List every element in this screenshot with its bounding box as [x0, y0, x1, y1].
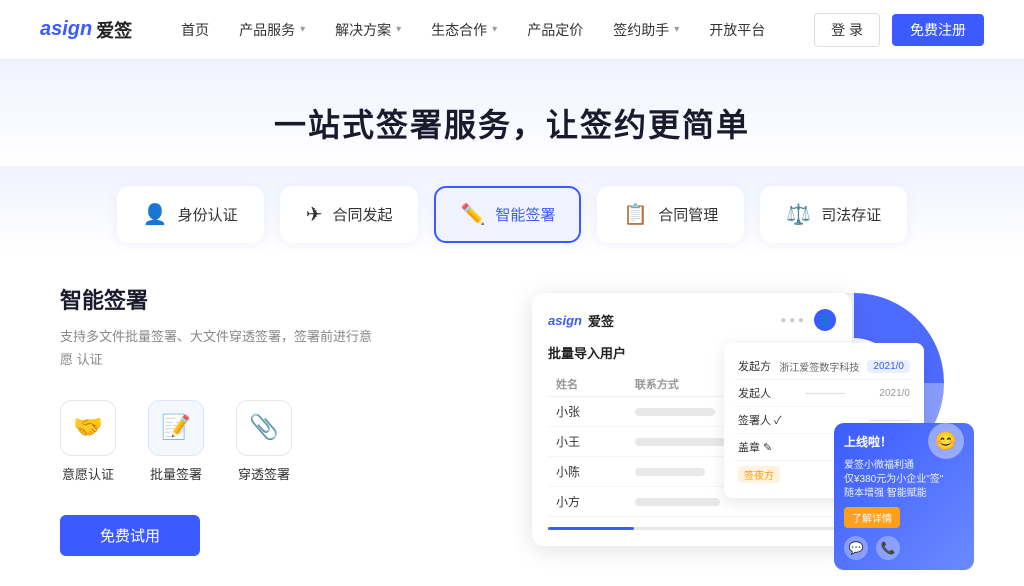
mockup-logo-zh: 爱签: [588, 311, 614, 330]
promo-avatar: 😊: [928, 423, 964, 459]
nav-open-platform[interactable]: 开放平台: [697, 14, 777, 46]
tab-judicial-label: 司法存证: [821, 204, 881, 225]
hero-section: 一站式签署服务，让签约更简单: [0, 60, 1024, 166]
feature-batch[interactable]: 📝 批量签署: [148, 400, 204, 483]
batch-label: 批量签署: [150, 464, 202, 483]
sidebar-label: 发起人: [738, 385, 771, 401]
promo-card: 上线啦！ 😊 爱签小微福利通 仅¥380元为小企业"签" 随本增强 智能赋能 了…: [834, 423, 974, 570]
status-badge: 2021/0: [867, 360, 910, 373]
nav-solutions[interactable]: 解决方案 ▾: [323, 14, 413, 46]
content-right: ● asign 爱签 ● ● ● 👤 批量导入用户 姓名 联系方式: [420, 283, 964, 556]
tab-contract-send[interactable]: ✈ 合同发起: [280, 186, 419, 243]
content-section: 智能签署 支持多文件批量签署、大文件穿透签署，签署前进行意愿 认证 🤝 意愿认证…: [0, 253, 1024, 586]
tab-smart-sign-label: 智能签署: [495, 204, 555, 225]
through-icon-box: 📎: [236, 400, 292, 456]
tab-identity[interactable]: 👤 身份认证: [117, 186, 264, 243]
sidebar-label: 发起方: [738, 358, 771, 374]
main-nav: 首页 产品服务 ▾ 解决方案 ▾ 生态合作 ▾ 产品定价 签约助手 ▾ 开放平台: [169, 14, 777, 46]
feature-through[interactable]: 📎 穿透签署: [236, 400, 292, 483]
nav-ecosystem[interactable]: 生态合作 ▾: [419, 14, 509, 46]
nav-home[interactable]: 首页: [169, 14, 221, 46]
logo-icon: asign: [40, 18, 92, 41]
section-title: 智能签署: [60, 283, 380, 315]
through-icon: 📎: [249, 413, 279, 442]
tab-identity-label: 身份认证: [178, 204, 238, 225]
promo-button[interactable]: 了解详情: [844, 507, 900, 528]
row-name: 小陈: [548, 457, 627, 487]
batch-icon-box: 📝: [148, 400, 204, 456]
promo-title: 上线啦！: [844, 433, 892, 450]
feature-icons: 🤝 意愿认证 📝 批量签署 📎 穿透签署: [60, 400, 380, 483]
login-button[interactable]: 登 录: [814, 13, 880, 47]
mockup-logo: asign: [548, 313, 582, 328]
intent-icon: 🤝: [73, 413, 103, 442]
free-trial-button[interactable]: 免费试用: [60, 515, 200, 556]
tab-contract-manage[interactable]: 📋 合同管理: [597, 186, 744, 243]
promo-icon-service: 📞: [876, 536, 900, 560]
promo-icon-wechat: 💬: [844, 536, 868, 560]
chevron-down-icon: ▾: [674, 24, 679, 35]
sidebar-label: 签署人 ✓: [738, 412, 782, 428]
chevron-down-icon: ▾: [492, 24, 497, 35]
send-icon: ✈: [306, 202, 323, 227]
sidebar-label: 盖章 ✎: [738, 439, 772, 455]
nav-products[interactable]: 产品服务 ▾: [227, 14, 317, 46]
feature-tabs: 👤 身份认证 ✈ 合同发起 ✏️ 智能签署 📋 合同管理 ⚖️ 司法存证: [0, 166, 1024, 253]
nav-assistant[interactable]: 签约助手 ▾: [601, 14, 691, 46]
chevron-down-icon: ▾: [300, 24, 305, 35]
intent-label: 意愿认证: [62, 464, 114, 483]
promo-icons: 💬 📞: [844, 536, 964, 560]
content-left: 智能签署 支持多文件批量签署、大文件穿透签署，签署前进行意愿 认证 🤝 意愿认证…: [60, 283, 380, 556]
col-header-name: 姓名: [548, 372, 627, 397]
through-label: 穿透签署: [238, 464, 290, 483]
judicial-icon: ⚖️: [786, 202, 811, 227]
header: asign 爱签 首页 产品服务 ▾ 解决方案 ▾ 生态合作 ▾ 产品定价 签约…: [0, 0, 1024, 60]
feature-intent[interactable]: 🤝 意愿认证: [60, 400, 116, 483]
sign-icon: ✏️: [460, 202, 485, 227]
promo-subtitle: 爱签小微福利通 仅¥380元为小企业"签" 随本增强 智能赋能: [844, 459, 964, 501]
row-name: 小张: [548, 397, 627, 427]
tab-contract-manage-label: 合同管理: [658, 204, 718, 225]
mockup-header: asign 爱签 ● ● ● 👤: [548, 309, 836, 331]
identity-icon: 👤: [143, 202, 168, 227]
batch-icon: 📝: [161, 413, 191, 442]
manage-icon: 📋: [623, 202, 648, 227]
section-desc: 支持多文件批量签署、大文件穿透签署，签署前进行意愿 认证: [60, 325, 380, 372]
sidebar-row: 发起人 ———— 2021/0: [734, 380, 914, 407]
sidebar-row: 发起方 浙江爱签数字科技 2021/0: [734, 353, 914, 380]
status-badge: 签夜方: [738, 466, 780, 483]
intent-icon-box: 🤝: [60, 400, 116, 456]
chevron-down-icon: ▾: [396, 24, 401, 35]
register-button[interactable]: 免费注册: [892, 14, 984, 46]
row-name: 小方: [548, 487, 627, 517]
logo[interactable]: asign 爱签: [40, 17, 132, 43]
logo-zh: 爱签: [96, 17, 132, 43]
header-actions: 登 录 免费注册: [814, 13, 984, 47]
hero-title: 一站式签署服务，让签约更简单: [0, 100, 1024, 146]
tab-contract-send-label: 合同发起: [332, 204, 392, 225]
tab-judicial[interactable]: ⚖️ 司法存证: [760, 186, 907, 243]
tab-smart-sign[interactable]: ✏️ 智能签署: [434, 186, 581, 243]
row-name: 小王: [548, 427, 627, 457]
nav-pricing[interactable]: 产品定价: [515, 14, 595, 46]
